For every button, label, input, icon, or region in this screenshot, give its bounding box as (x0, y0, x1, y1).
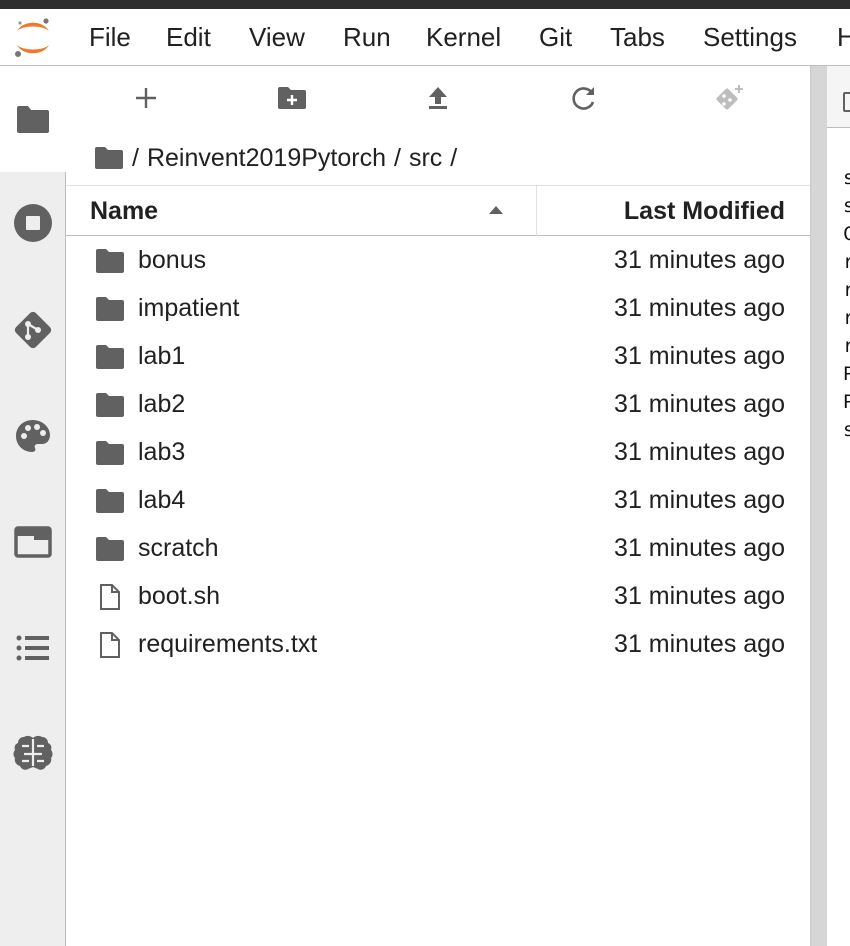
sort-ascending-icon (488, 205, 504, 215)
list-item[interactable]: requirements.txt 31 minutes ago (66, 621, 810, 669)
refresh-icon (571, 85, 597, 116)
file-name: lab4 (138, 486, 186, 514)
file-list-header: Name Last Modified (66, 185, 810, 236)
breadcrumb-segment-src[interactable]: src (409, 144, 442, 173)
git-icon[interactable] (8, 305, 58, 355)
left-sidebar (0, 66, 66, 946)
output-line: r (843, 279, 850, 301)
output-line: s (843, 167, 850, 189)
list-item[interactable]: impatient 31 minutes ago (66, 285, 810, 333)
panel-splitter[interactable] (810, 66, 827, 946)
folder-icon (95, 247, 125, 275)
running-kernels-icon[interactable] (8, 198, 58, 248)
file-modified: 31 minutes ago (614, 438, 785, 466)
menu-bar: File Edit View Run Kernel Git Tabs Setti… (0, 9, 850, 66)
file-list: bonus 31 minutes ago impatient 31 minute… (66, 237, 810, 669)
file-name: bonus (138, 246, 207, 274)
new-launcher-button[interactable] (124, 80, 168, 120)
list-item[interactable]: bonus 31 minutes ago (66, 237, 810, 285)
list-item[interactable]: lab2 31 minutes ago (66, 381, 810, 429)
name-column-header[interactable]: Name (66, 186, 537, 236)
output-line: P (843, 391, 850, 413)
folder-icon[interactable] (8, 94, 58, 144)
main-area-pane: s s C r r r r P P s (827, 66, 850, 946)
home-folder-icon[interactable] (94, 146, 124, 170)
breadcrumb-separator: / (450, 143, 458, 172)
output-line: C (843, 223, 850, 245)
file-name: lab2 (138, 390, 186, 418)
menu-settings[interactable]: Settings (703, 22, 797, 53)
file-modified: 31 minutes ago (614, 246, 785, 274)
folder-icon (95, 487, 125, 515)
file-modified: 31 minutes ago (614, 582, 785, 610)
file-modified: 31 minutes ago (614, 342, 785, 370)
list-item[interactable]: boot.sh 31 minutes ago (66, 573, 810, 621)
menu-run[interactable]: Run (343, 22, 391, 53)
list-item[interactable]: scratch 31 minutes ago (66, 525, 810, 573)
file-name: impatient (138, 294, 240, 322)
refresh-button[interactable] (562, 80, 606, 120)
file-modified: 31 minutes ago (614, 486, 785, 514)
jupyter-logo-icon (10, 14, 56, 62)
output-line: s (843, 195, 850, 217)
list-item[interactable]: lab3 31 minutes ago (66, 429, 810, 477)
output-line: r (843, 335, 850, 357)
file-name: lab1 (138, 342, 186, 370)
output-line: s (843, 419, 850, 441)
folder-icon (95, 343, 125, 371)
file-modified: 31 minutes ago (614, 630, 785, 658)
folder-icon (95, 295, 125, 323)
folder-icon (95, 535, 125, 563)
new-folder-icon (277, 86, 307, 115)
menu-git[interactable]: Git (539, 22, 572, 53)
breadcrumb-root: / (132, 143, 139, 172)
output-line: r (843, 251, 850, 273)
new-folder-button[interactable] (270, 80, 314, 120)
name-column-label: Name (90, 197, 159, 225)
output-line: P (843, 363, 850, 385)
main-area-tab[interactable] (827, 66, 850, 128)
last-modified-column-header[interactable]: Last Modified (538, 186, 810, 236)
file-name: lab3 (138, 438, 186, 466)
list-item[interactable]: lab1 31 minutes ago (66, 333, 810, 381)
last-modified-column-label: Last Modified (623, 197, 785, 225)
upload-button[interactable] (416, 80, 460, 120)
git-clone-icon (713, 83, 745, 118)
menu-edit[interactable]: Edit (166, 22, 211, 53)
table-of-contents-icon[interactable] (8, 623, 58, 673)
window-top-strip (0, 0, 850, 9)
upload-icon (427, 86, 449, 115)
file-modified: 31 minutes ago (614, 390, 785, 418)
menu-kernel[interactable]: Kernel (426, 22, 501, 53)
menu-view[interactable]: View (249, 22, 305, 53)
breadcrumb: / Reinvent2019Pytorch / src / (94, 140, 457, 176)
output-line: r (843, 307, 850, 329)
menu-file[interactable]: File (89, 22, 131, 53)
file-name: scratch (138, 534, 219, 562)
menu-help[interactable]: H (837, 22, 850, 53)
file-browser-panel: / Reinvent2019Pytorch / src / Name Last … (66, 66, 810, 946)
breadcrumb-segment-reinvent2019pytorch[interactable]: Reinvent2019Pytorch (147, 144, 386, 173)
folder-icon (95, 391, 125, 419)
menu-tabs[interactable]: Tabs (610, 22, 665, 53)
file-name: requirements.txt (138, 630, 318, 658)
breadcrumb-separator: / (394, 143, 401, 172)
document-icon (843, 92, 850, 112)
folder-icon (95, 439, 125, 467)
file-icon (95, 583, 125, 611)
file-name: boot.sh (138, 582, 221, 610)
git-clone-button[interactable] (707, 80, 751, 120)
plus-icon (135, 87, 157, 114)
file-modified: 31 minutes ago (614, 294, 785, 322)
palette-icon[interactable] (8, 411, 58, 461)
file-modified: 31 minutes ago (614, 534, 785, 562)
list-item[interactable]: lab4 31 minutes ago (66, 477, 810, 525)
extension-brain-icon[interactable] (8, 728, 58, 778)
file-icon (95, 631, 125, 659)
tabs-icon[interactable] (8, 517, 58, 567)
